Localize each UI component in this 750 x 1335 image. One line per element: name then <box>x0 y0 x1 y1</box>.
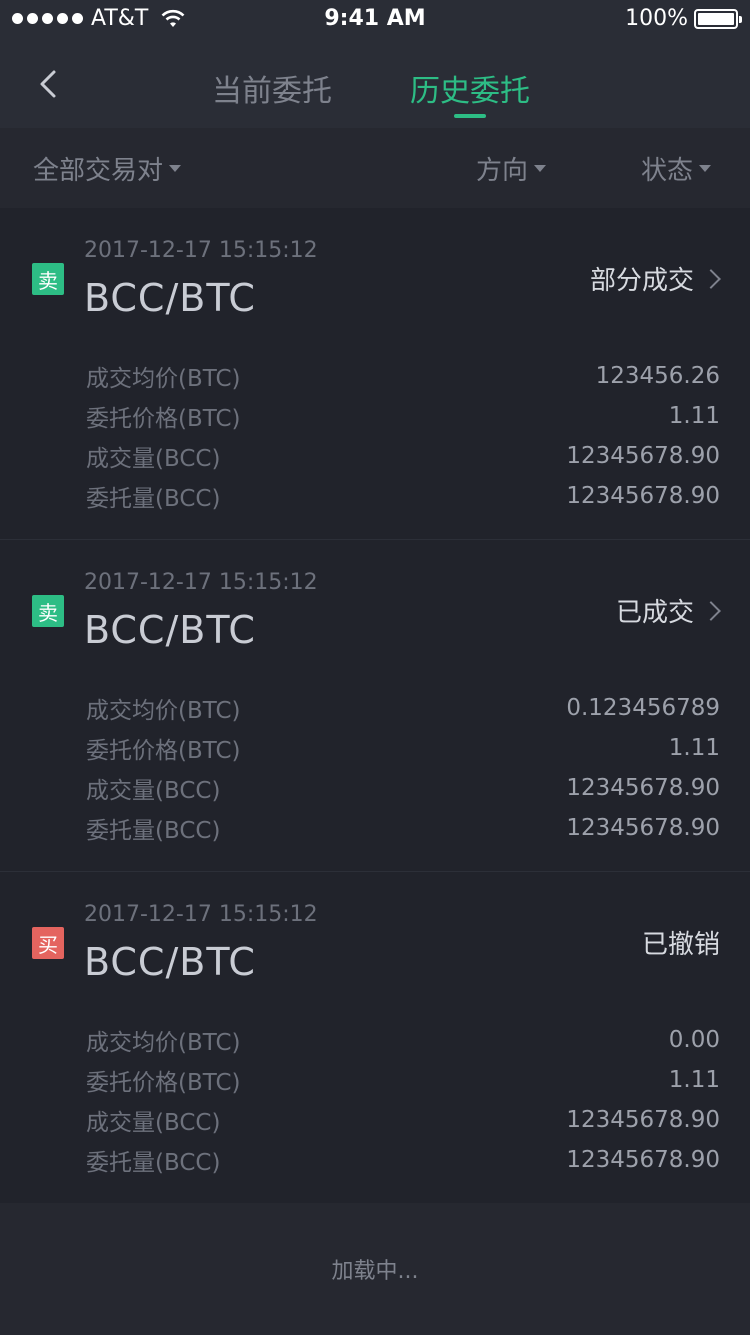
detail-label: 成交量(BCC) <box>86 778 221 804</box>
pair-filter-dropdown[interactable]: 全部交易对 <box>33 150 182 187</box>
detail-row: 成交量(BCC) 12345678.90 <box>86 1100 720 1140</box>
order-pair: BCC/BTC <box>84 940 256 984</box>
order-time: 2017-12-17 15:15:12 <box>84 570 318 595</box>
status-filter-dropdown[interactable]: 状态 <box>641 150 712 187</box>
detail-label: 成交均价(BTC) <box>86 698 241 724</box>
detail-row: 委托量(BCC) 12345678.90 <box>86 476 720 516</box>
detail-value: 123456.26 <box>595 363 720 389</box>
detail-row: 委托价格(BTC) 1.11 <box>86 728 720 768</box>
detail-value: 12345678.90 <box>566 483 720 509</box>
tab-current-orders[interactable]: 当前委托 <box>212 66 332 110</box>
filter-bar: 全部交易对 方向 状态 <box>0 128 750 208</box>
order-status-label: 已成交 <box>615 598 694 628</box>
chevron-right-icon <box>701 600 721 621</box>
order-card[interactable]: 卖 2017-12-17 15:15:12 BCC/BTC 部分成交 成交均价(… <box>0 208 750 540</box>
detail-row: 委托价格(BTC) 1.11 <box>86 396 720 436</box>
detail-value: 1.11 <box>668 735 720 761</box>
loading-text: 加载中... <box>331 1259 419 1284</box>
order-card[interactable]: 买 2017-12-17 15:15:12 BCC/BTC 已撤销 成交均价(B… <box>0 872 750 1204</box>
sell-tag: 卖 <box>32 263 64 295</box>
detail-row: 成交均价(BTC) 123456.26 <box>86 356 720 396</box>
detail-label: 成交量(BCC) <box>86 446 221 472</box>
back-icon[interactable] <box>32 66 64 102</box>
status-filter-label: 状态 <box>641 156 694 186</box>
order-status-label: 部分成交 <box>589 266 694 296</box>
active-tab-indicator <box>454 114 486 118</box>
tab-history-orders[interactable]: 历史委托 <box>410 66 530 110</box>
order-status[interactable]: 部分成交 <box>589 260 721 297</box>
pair-filter-label: 全部交易对 <box>33 156 164 186</box>
detail-row: 成交均价(BTC) 0.00 <box>86 1020 720 1060</box>
loading-footer: 加载中... <box>0 1203 750 1335</box>
order-card[interactable]: 卖 2017-12-17 15:15:12 BCC/BTC 已成交 成交均价(B… <box>0 540 750 872</box>
detail-label: 委托量(BCC) <box>86 818 221 844</box>
chevron-right-icon <box>701 268 721 289</box>
detail-row: 成交量(BCC) 12345678.90 <box>86 768 720 808</box>
status-bar: AT&T 9:41 AM 100% <box>0 0 750 40</box>
detail-label: 委托量(BCC) <box>86 1150 221 1176</box>
detail-value: 12345678.90 <box>566 1147 720 1173</box>
detail-row: 委托价格(BTC) 1.11 <box>86 1060 720 1100</box>
detail-value: 12345678.90 <box>566 775 720 801</box>
order-time: 2017-12-17 15:15:12 <box>84 902 318 927</box>
detail-label: 成交量(BCC) <box>86 1110 221 1136</box>
order-status: 已撤销 <box>642 924 720 961</box>
battery-info: 100% <box>625 6 742 31</box>
detail-value: 12345678.90 <box>566 815 720 841</box>
direction-filter-dropdown[interactable]: 方向 <box>476 150 547 187</box>
detail-value: 12345678.90 <box>566 1107 720 1133</box>
order-status[interactable]: 已成交 <box>615 592 721 629</box>
sell-tag: 卖 <box>32 595 64 627</box>
detail-label: 委托价格(BTC) <box>86 1070 241 1096</box>
order-details: 成交均价(BTC) 0.123456789 委托价格(BTC) 1.11 成交量(B… <box>86 688 720 848</box>
order-details: 成交均价(BTC) 123456.26 委托价格(BTC) 1.11 成交量(BCC… <box>86 356 720 516</box>
buy-tag: 买 <box>32 927 64 959</box>
detail-value: 0.00 <box>668 1027 720 1053</box>
detail-label: 委托价格(BTC) <box>86 738 241 764</box>
detail-row: 委托量(BCC) 12345678.90 <box>86 808 720 848</box>
detail-value: 1.11 <box>668 1067 720 1093</box>
detail-value: 12345678.90 <box>566 443 720 469</box>
order-pair: BCC/BTC <box>84 276 256 320</box>
detail-value: 0.123456789 <box>566 695 720 721</box>
direction-filter-label: 方向 <box>476 156 529 186</box>
caret-down-icon <box>169 165 182 172</box>
battery-icon <box>694 8 742 29</box>
detail-row: 成交量(BCC) 12345678.90 <box>86 436 720 476</box>
order-time: 2017-12-17 15:15:12 <box>84 238 318 263</box>
detail-label: 委托价格(BTC) <box>86 406 241 432</box>
battery-percent: 100% <box>625 6 688 31</box>
caret-down-icon <box>534 165 547 172</box>
detail-value: 1.11 <box>668 403 720 429</box>
caret-down-icon <box>699 165 712 172</box>
detail-label: 成交均价(BTC) <box>86 1030 241 1056</box>
order-status-label: 已撤销 <box>641 930 720 960</box>
detail-label: 委托量(BCC) <box>86 486 221 512</box>
order-details: 成交均价(BTC) 0.00 委托价格(BTC) 1.11 成交量(BCC) 1234… <box>86 1020 720 1180</box>
nav-bar: 当前委托 历史委托 <box>0 40 750 128</box>
detail-label: 成交均价(BTC) <box>86 366 241 392</box>
order-pair: BCC/BTC <box>84 608 256 652</box>
detail-row: 委托量(BCC) 12345678.90 <box>86 1140 720 1180</box>
detail-row: 成交均价(BTC) 0.123456789 <box>86 688 720 728</box>
